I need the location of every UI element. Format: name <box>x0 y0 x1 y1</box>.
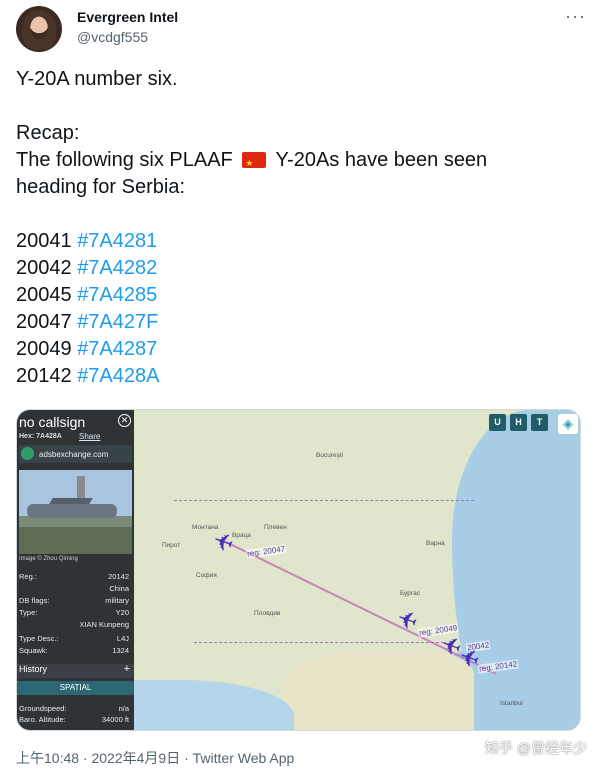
city-label: Istanbul <box>500 700 523 707</box>
map-button-group: U H T <box>489 414 548 431</box>
aircraft-reg: 20041 <box>16 230 72 252</box>
history-section[interactable]: History + <box>17 663 134 678</box>
hashtag-link[interactable]: #7A427F <box>77 311 158 333</box>
city-label: București <box>316 452 344 459</box>
spatial-tab[interactable]: SPATIAL <box>17 681 134 695</box>
aircraft-line: 20042 #7A4282 <box>16 255 586 282</box>
aegean-sea <box>134 680 294 730</box>
tweet-timestamp[interactable]: 上午10:48 · 2022年4月9日 · Twitter Web App <box>16 748 294 768</box>
author-name[interactable]: Evergreen Intel <box>77 9 178 25</box>
tweet-line: The following six PLAAF Y-20As have been… <box>16 147 586 177</box>
map-button-h[interactable]: H <box>510 414 527 431</box>
hashtag-link[interactable]: #7A4282 <box>77 257 157 279</box>
aircraft-line: 20045 #7A4285 <box>16 282 586 309</box>
tweet-line: heading for Serbia: <box>16 176 186 198</box>
city-label: Пирот <box>162 542 181 549</box>
map-button-u[interactable]: U <box>489 414 506 431</box>
aircraft-reg: 20045 <box>16 284 72 306</box>
site-banner[interactable]: adsbexchange.com <box>19 445 132 463</box>
city-label: София <box>196 572 217 579</box>
map-button-t[interactable]: T <box>531 414 548 431</box>
more-horizontal-icon[interactable]: ··· <box>565 6 586 27</box>
china-flag-icon <box>242 150 267 177</box>
flight-map[interactable]: București Плевен Варна София Бургас Плов… <box>134 410 580 730</box>
aircraft-line: 20041 #7A4281 <box>16 228 586 255</box>
city-label: Монтана <box>192 524 219 531</box>
aircraft-reg: 20042 <box>16 257 72 279</box>
aircraft-line: 20047 #7A427F <box>16 309 586 336</box>
aircraft-photo <box>19 470 132 554</box>
aircraft-reg: 20047 <box>16 311 72 333</box>
photo-credit: Image © Zhou Qiming <box>19 556 78 562</box>
avatar[interactable] <box>16 6 62 52</box>
share-link[interactable]: Share <box>79 432 100 441</box>
info-row: Type Desc.: L4J <box>19 634 129 643</box>
info-row: Type: Y20 <box>19 608 129 617</box>
aircraft-info-panel: no callsign ✕ Hex: 7A428A Share adsbexch… <box>17 410 134 730</box>
plus-icon: + <box>123 663 130 675</box>
callsign-title: no callsign <box>19 414 86 430</box>
info-row: Groundspeed: n/a <box>19 704 129 713</box>
aircraft-reg: 20049 <box>16 338 72 360</box>
info-row: Baro. Altitude: 34000 ft <box>19 715 129 724</box>
tweet-header: Evergreen Intel @vcdgf555 ··· <box>16 6 586 52</box>
hashtag-link[interactable]: #7A4287 <box>77 338 157 360</box>
author-handle[interactable]: @vcdgf555 <box>77 29 148 45</box>
hashtag-link[interactable]: #7A4281 <box>77 230 157 252</box>
tweet-media-image[interactable]: no callsign ✕ Hex: 7A428A Share adsbexch… <box>16 409 581 731</box>
country-border <box>174 500 474 501</box>
tweet-text-span: Y-20As have been seen <box>275 149 488 171</box>
hashtag-link[interactable]: #7A428A <box>77 365 159 387</box>
info-row: Squawk: 1324 <box>19 646 129 655</box>
layers-icon[interactable]: ◈ <box>558 414 578 434</box>
hashtag-link[interactable]: #7A4285 <box>77 284 157 306</box>
aircraft-reg: 20142 <box>16 365 72 387</box>
tweet-text: Y-20A number six. Recap: The following s… <box>16 66 586 390</box>
aircraft-line: 20142 #7A428A <box>16 363 586 390</box>
hex-value: 7A428A <box>36 433 62 440</box>
country-border <box>194 642 444 643</box>
hex-line: Hex: 7A428A <box>19 433 62 440</box>
adsbexchange-logo-icon <box>21 447 34 460</box>
city-label: Пловдив <box>254 610 281 617</box>
land-area <box>284 650 474 730</box>
close-icon[interactable]: ✕ <box>118 414 131 427</box>
info-row: DB flags: military <box>19 596 129 605</box>
tweet-line: Y-20A number six. <box>16 68 178 90</box>
site-label: adsbexchange.com <box>39 450 109 459</box>
watermark: 知乎 @曾经年少 <box>484 740 587 756</box>
tweet-text-span: The following six PLAAF <box>16 149 233 171</box>
aircraft-line: 20049 #7A4287 <box>16 336 586 363</box>
city-label: Варна <box>426 540 445 547</box>
tweet-line: Recap: <box>16 122 80 144</box>
city-label: Бургас <box>400 590 421 597</box>
info-row: Reg.: 20142 <box>19 572 129 581</box>
plane-reg-label: reg: 20047 <box>245 544 287 559</box>
city-label: Плевен <box>264 524 287 531</box>
